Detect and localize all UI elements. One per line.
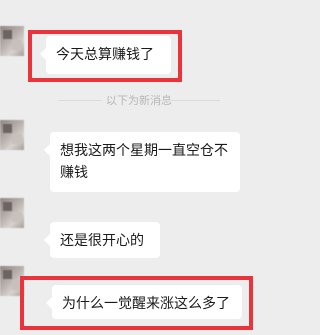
message-bubble[interactable]: 想我这两个星期一直空仓不赚钱 xyxy=(44,132,240,192)
cropped-text-strip xyxy=(40,325,240,335)
avatar[interactable] xyxy=(0,266,24,296)
message-text: 今天总算赚钱了 xyxy=(56,47,154,63)
divider-line xyxy=(160,100,220,101)
avatar[interactable] xyxy=(0,198,24,228)
avatar[interactable] xyxy=(0,26,24,56)
message-text: 想我这两个星期一直空仓不赚钱 xyxy=(60,143,228,181)
message-text: 还是很开心的 xyxy=(60,233,144,249)
avatar[interactable] xyxy=(0,120,24,150)
message-bubble[interactable]: 今天总算赚钱了 xyxy=(40,36,171,74)
message-bubble[interactable]: 为什么一觉醒来涨这么多了 xyxy=(46,285,242,319)
message-bubble[interactable]: 还是很开心的 xyxy=(44,222,160,258)
message-text: 为什么一觉醒来涨这么多了 xyxy=(62,296,230,312)
new-messages-divider: 以下为新消息 xyxy=(0,92,278,108)
